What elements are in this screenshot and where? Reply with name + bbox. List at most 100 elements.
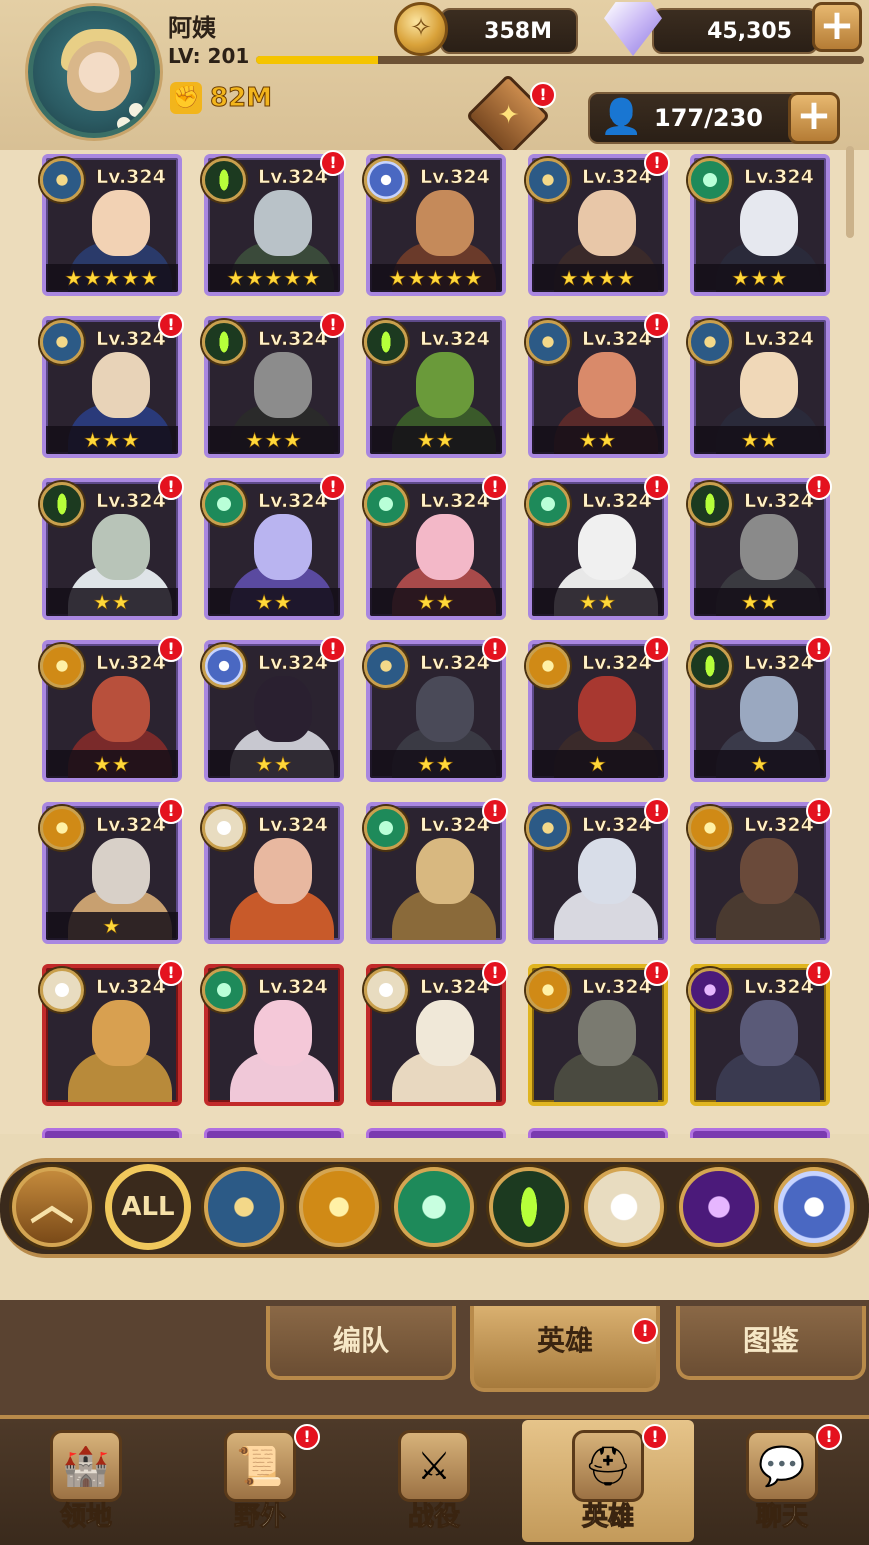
- collapse-button[interactable]: ︿: [12, 1167, 92, 1247]
- hero-level: Lv.324: [582, 976, 652, 999]
- mauler-filter-icon[interactable]: [299, 1167, 379, 1247]
- hero-head: [578, 676, 636, 742]
- hero-level: Lv.324: [258, 490, 328, 513]
- grid-scrollbar[interactable]: [846, 146, 854, 238]
- player-avatar[interactable]: [28, 6, 160, 138]
- hero-level: Lv.324: [744, 652, 814, 675]
- hypogean-filter-icon[interactable]: [679, 1167, 759, 1247]
- wilder-eye-faction-icon: [40, 482, 84, 526]
- hero-head: [92, 838, 150, 904]
- hero-head: [740, 676, 798, 742]
- lightbearer-faction-icon: [526, 320, 570, 364]
- hero-level: Lv.324: [744, 490, 814, 513]
- hero-stars: ★★★★: [532, 264, 664, 292]
- hero-head: [416, 190, 474, 256]
- hero-stars: ★★: [694, 426, 826, 454]
- hero-head: [578, 352, 636, 418]
- wilder-faction-icon: [688, 158, 732, 202]
- hero-head: [254, 514, 312, 580]
- hero-stars: ★★★: [694, 264, 826, 292]
- hero-stars: ★★★: [208, 426, 340, 454]
- gold-counter: 358M: [440, 8, 578, 54]
- nav-label: 野外: [233, 1502, 286, 1533]
- hero-helmet-icon: ⛑: [572, 1430, 644, 1502]
- subtab-1[interactable]: 英雄: [470, 1306, 660, 1392]
- alert-badge: !: [806, 960, 832, 986]
- hero-grid: Lv.324 ★★★★★ Lv.324 ★★★★★ Lv.324 ★★★★★ Lv.324 ★…: [0, 150, 869, 1134]
- nav-label: 聊天: [755, 1502, 808, 1533]
- hero-level: Lv.324: [96, 166, 166, 189]
- hero-head: [740, 1000, 798, 1066]
- hero-head: [578, 514, 636, 580]
- subtab-0[interactable]: 编队: [266, 1306, 456, 1380]
- alert-badge: !: [644, 636, 670, 662]
- hero-card-partial: [690, 1128, 830, 1138]
- alert-badge: !: [158, 960, 184, 986]
- lightbearer-faction-icon: [688, 320, 732, 364]
- graveborn-filter-icon[interactable]: [489, 1167, 569, 1247]
- wilder-faction-icon: [364, 482, 408, 526]
- celestial-faction-icon: [202, 806, 246, 850]
- dimensional-filter-icon[interactable]: [774, 1167, 854, 1247]
- mauler-faction-icon: [688, 806, 732, 850]
- hero-level: Lv.324: [420, 490, 490, 513]
- hero-stars: ★★: [532, 588, 664, 616]
- nav-map-scroll[interactable]: 📜 野外: [174, 1420, 346, 1542]
- avatar-face: [67, 41, 131, 111]
- hero-head: [92, 514, 150, 580]
- mauler-faction-icon: [526, 644, 570, 688]
- hero-level: Lv.324: [420, 328, 490, 351]
- hero-level: Lv.324: [582, 166, 652, 189]
- hero-head: [578, 838, 636, 904]
- combat-power: ✊ 82M: [170, 80, 273, 116]
- nav-campaign-sword[interactable]: ⚔ 战役: [348, 1420, 520, 1542]
- alert-badge: !: [644, 150, 670, 176]
- subtab-2[interactable]: 图鉴: [676, 1306, 866, 1380]
- alert-badge: !: [320, 474, 346, 500]
- flower-icon: [129, 103, 143, 117]
- alert-badge: !: [816, 1424, 842, 1450]
- nav-hero-helmet[interactable]: ⛑ 英雄: [522, 1420, 694, 1542]
- hero-stars: ★★: [46, 750, 178, 778]
- filter-all-button[interactable]: ALL: [108, 1167, 188, 1247]
- celestial-shield-faction-icon: [364, 158, 408, 202]
- celestial-filter-icon[interactable]: [584, 1167, 664, 1247]
- roster-value: 177/230: [654, 104, 763, 132]
- wilder-eye-faction-icon: [688, 482, 732, 526]
- hero-stars: ★★: [46, 588, 178, 616]
- alert-badge: !: [158, 636, 184, 662]
- hero-level: Lv.324: [96, 976, 166, 999]
- wilder-faction-icon: [526, 482, 570, 526]
- hero-level: Lv.324: [96, 490, 166, 513]
- alert-badge: !: [644, 474, 670, 500]
- fist-icon: ✊: [170, 82, 202, 114]
- wilder-eye-faction-icon: [688, 644, 732, 688]
- alert-badge: !: [632, 1318, 658, 1344]
- flower-icon: [117, 117, 131, 131]
- alert-badge: !: [482, 960, 508, 986]
- hero-stars: ★★: [694, 588, 826, 616]
- hero-head: [740, 352, 798, 418]
- nav-chat-bubble[interactable]: 💬 聊天: [696, 1420, 868, 1542]
- alert-badge: !: [158, 474, 184, 500]
- hero-head: [740, 190, 798, 256]
- add-gems-button[interactable]: +: [812, 2, 862, 52]
- hero-head: [92, 676, 150, 742]
- hero-level: Lv.324: [258, 166, 328, 189]
- lightbearer-filter-icon[interactable]: [204, 1167, 284, 1247]
- hero-level: Lv.324: [582, 814, 652, 837]
- nav-castle[interactable]: 🏰 领地: [0, 1420, 172, 1542]
- hero-level: Lv.324: [582, 652, 652, 675]
- alert-badge: !: [806, 636, 832, 662]
- alert-badge: !: [158, 312, 184, 338]
- hero-level: Lv.324: [96, 328, 166, 351]
- lightbearer-faction-icon: [40, 158, 84, 202]
- hero-head: [92, 1000, 150, 1066]
- hero-stars: ★: [694, 750, 826, 778]
- hero-level: Lv.324: [744, 166, 814, 189]
- expand-roster-button[interactable]: +: [788, 92, 840, 144]
- wilder-filter-icon[interactable]: [394, 1167, 474, 1247]
- nav-label: 战役: [407, 1502, 460, 1533]
- lightbearer-faction-icon: [526, 806, 570, 850]
- hero-head: [740, 838, 798, 904]
